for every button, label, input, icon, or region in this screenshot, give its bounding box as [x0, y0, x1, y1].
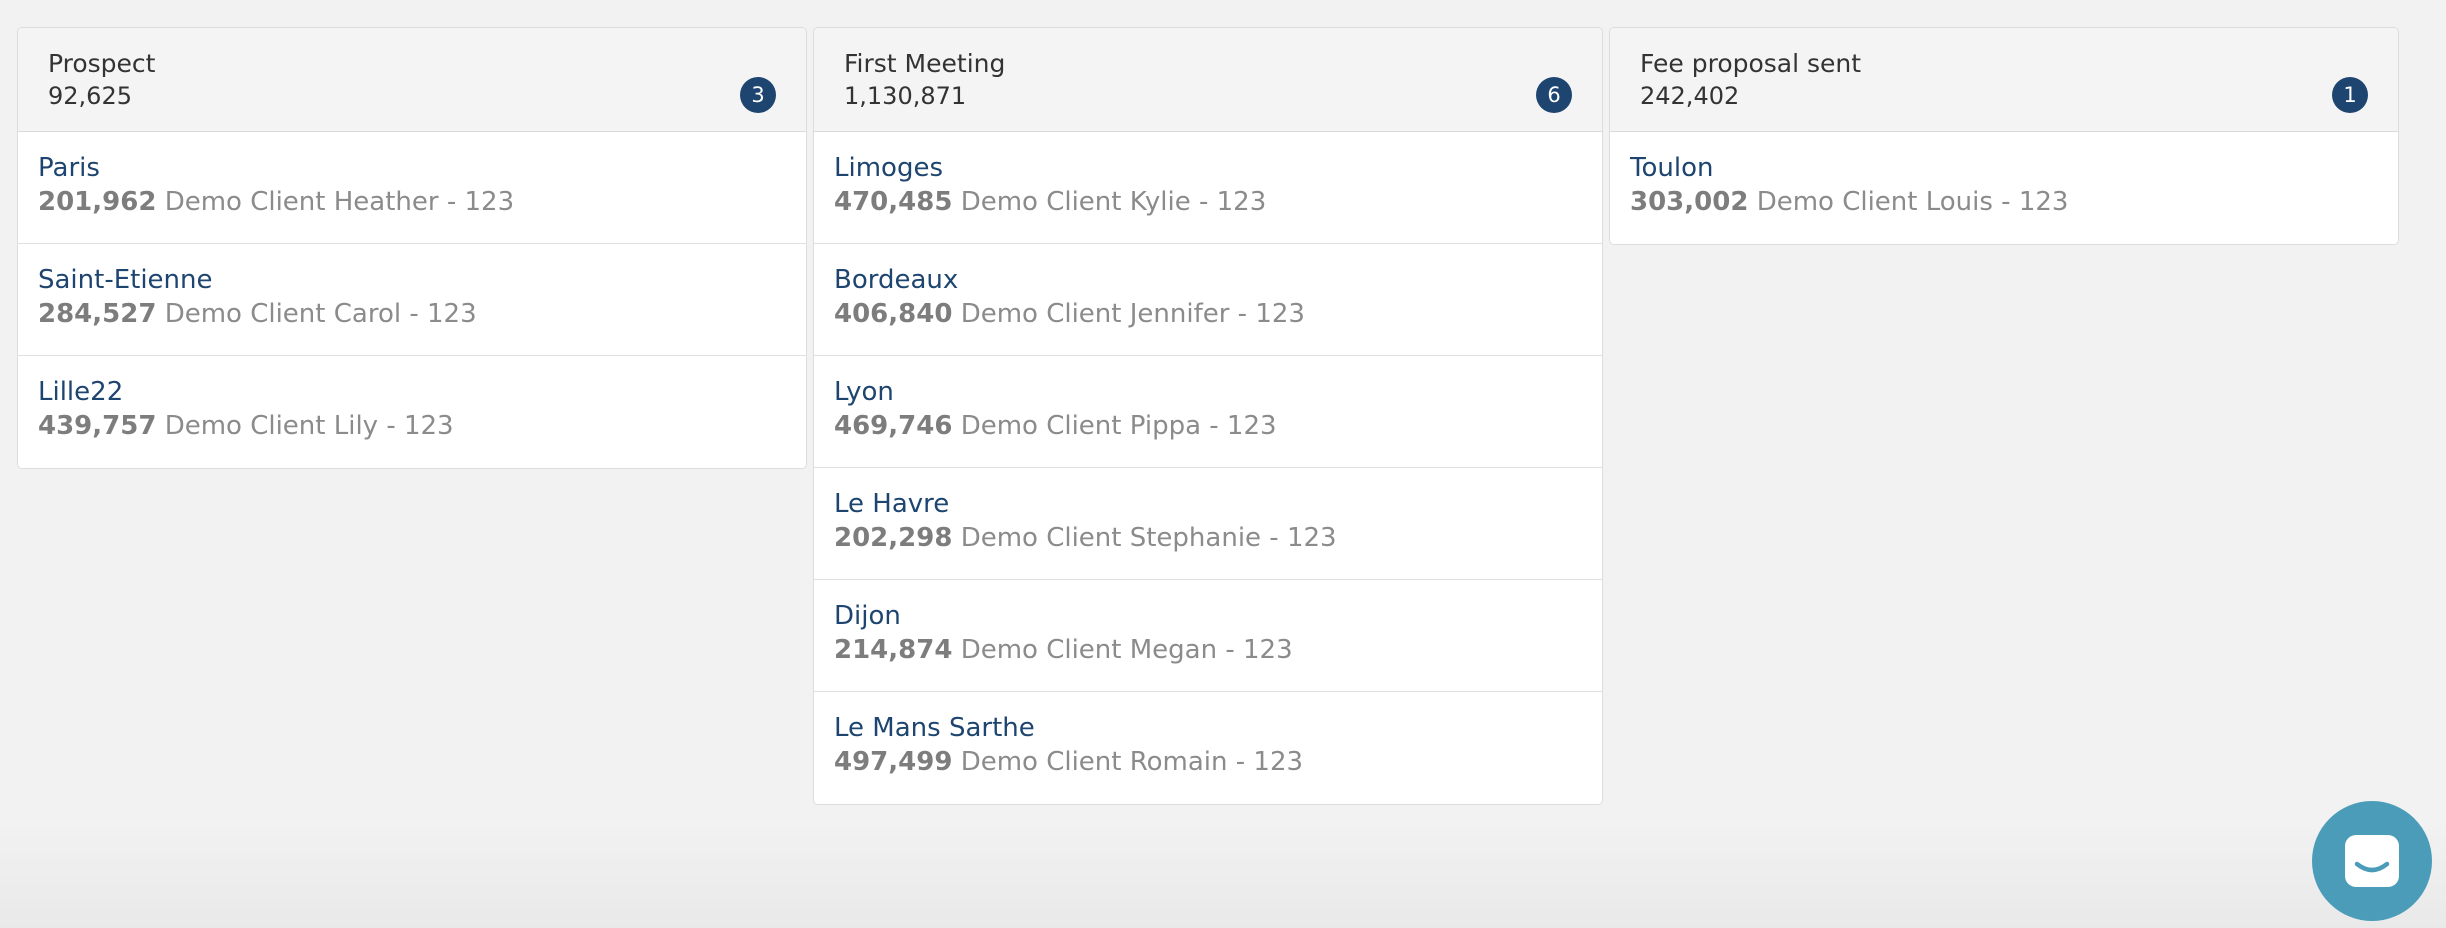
column-prospect: Prospect 92,625 3 Paris 201,962 Demo Cli…	[17, 27, 807, 469]
deal-card[interactable]: Toulon 303,002 Demo Client Louis - 123	[1610, 132, 2398, 244]
card-meta: 303,002 Demo Client Louis - 123	[1630, 184, 2378, 220]
card-title[interactable]: Bordeaux	[834, 264, 1582, 296]
card-client: Demo Client Megan - 123	[960, 635, 1293, 665]
card-client: Demo Client Jennifer - 123	[960, 299, 1305, 329]
card-client: Demo Client Kylie - 123	[960, 187, 1267, 217]
card-amount: 201,962	[38, 187, 157, 217]
column-total: 1,130,871	[844, 82, 967, 110]
card-client: Demo Client Carol - 123	[164, 299, 477, 329]
kanban-board: Prospect 92,625 3 Paris 201,962 Demo Cli…	[17, 27, 2405, 805]
card-meta: 406,840 Demo Client Jennifer - 123	[834, 296, 1582, 332]
card-title[interactable]: Paris	[38, 152, 786, 184]
column-fee-proposal-sent: Fee proposal sent 242,402 1 Toulon 303,0…	[1609, 27, 2399, 245]
card-amount: 470,485	[834, 187, 953, 217]
column-header[interactable]: First Meeting 1,130,871 6	[814, 28, 1602, 132]
column-title: Prospect	[48, 49, 156, 78]
card-amount: 469,746	[834, 411, 953, 441]
card-client: Demo Client Stephanie - 123	[960, 523, 1337, 553]
count-badge: 6	[1536, 77, 1572, 113]
column-title: Fee proposal sent	[1640, 49, 1862, 78]
column-total: 92,625	[48, 82, 132, 110]
card-amount: 202,298	[834, 523, 953, 553]
card-title[interactable]: Dijon	[834, 600, 1582, 632]
card-title[interactable]: Le Mans Sarthe	[834, 712, 1582, 744]
deal-card[interactable]: Saint-Etienne 284,527 Demo Client Carol …	[18, 244, 806, 356]
card-client: Demo Client Pippa - 123	[960, 411, 1277, 441]
deal-card[interactable]: Le Mans Sarthe 497,499 Demo Client Romai…	[814, 692, 1602, 804]
card-meta: 201,962 Demo Client Heather - 123	[38, 184, 786, 220]
deal-card[interactable]: Lille22 439,757 Demo Client Lily - 123	[18, 356, 806, 468]
card-title[interactable]: Limoges	[834, 152, 1582, 184]
card-amount: 406,840	[834, 299, 953, 329]
deal-card[interactable]: Bordeaux 406,840 Demo Client Jennifer - …	[814, 244, 1602, 356]
card-meta: 470,485 Demo Client Kylie - 123	[834, 184, 1582, 220]
column-header[interactable]: Prospect 92,625 3	[18, 28, 806, 132]
card-amount: 284,527	[38, 299, 157, 329]
card-meta: 497,499 Demo Client Romain - 123	[834, 744, 1582, 780]
chat-launcher-button[interactable]	[2312, 801, 2432, 921]
card-meta: 202,298 Demo Client Stephanie - 123	[834, 520, 1582, 556]
card-amount: 303,002	[1630, 187, 1749, 217]
card-client: Demo Client Romain - 123	[960, 747, 1304, 777]
card-amount: 214,874	[834, 635, 953, 665]
column-total: 242,402	[1640, 82, 1740, 110]
column-header[interactable]: Fee proposal sent 242,402 1	[1610, 28, 2398, 132]
card-title[interactable]: Saint-Etienne	[38, 264, 786, 296]
card-amount: 497,499	[834, 747, 953, 777]
column-title: First Meeting	[844, 49, 1006, 78]
card-meta: 469,746 Demo Client Pippa - 123	[834, 408, 1582, 444]
card-title[interactable]: Le Havre	[834, 488, 1582, 520]
deal-card[interactable]: Dijon 214,874 Demo Client Megan - 123	[814, 580, 1602, 692]
card-client: Demo Client Louis - 123	[1756, 187, 2069, 217]
card-amount: 439,757	[38, 411, 157, 441]
count-badge: 1	[2332, 77, 2368, 113]
card-client: Demo Client Lily - 123	[164, 411, 454, 441]
deal-card[interactable]: Limoges 470,485 Demo Client Kylie - 123	[814, 132, 1602, 244]
card-title[interactable]: Lyon	[834, 376, 1582, 408]
card-client: Demo Client Heather - 123	[164, 187, 515, 217]
deal-card[interactable]: Lyon 469,746 Demo Client Pippa - 123	[814, 356, 1602, 468]
card-title[interactable]: Toulon	[1630, 152, 2378, 184]
card-meta: 439,757 Demo Client Lily - 123	[38, 408, 786, 444]
card-meta: 214,874 Demo Client Megan - 123	[834, 632, 1582, 668]
card-title[interactable]: Lille22	[38, 376, 786, 408]
column-first-meeting: First Meeting 1,130,871 6 Limoges 470,48…	[813, 27, 1603, 805]
card-meta: 284,527 Demo Client Carol - 123	[38, 296, 786, 332]
chat-icon	[2345, 835, 2399, 887]
count-badge: 3	[740, 77, 776, 113]
deal-card[interactable]: Le Havre 202,298 Demo Client Stephanie -…	[814, 468, 1602, 580]
deal-card[interactable]: Paris 201,962 Demo Client Heather - 123	[18, 132, 806, 244]
